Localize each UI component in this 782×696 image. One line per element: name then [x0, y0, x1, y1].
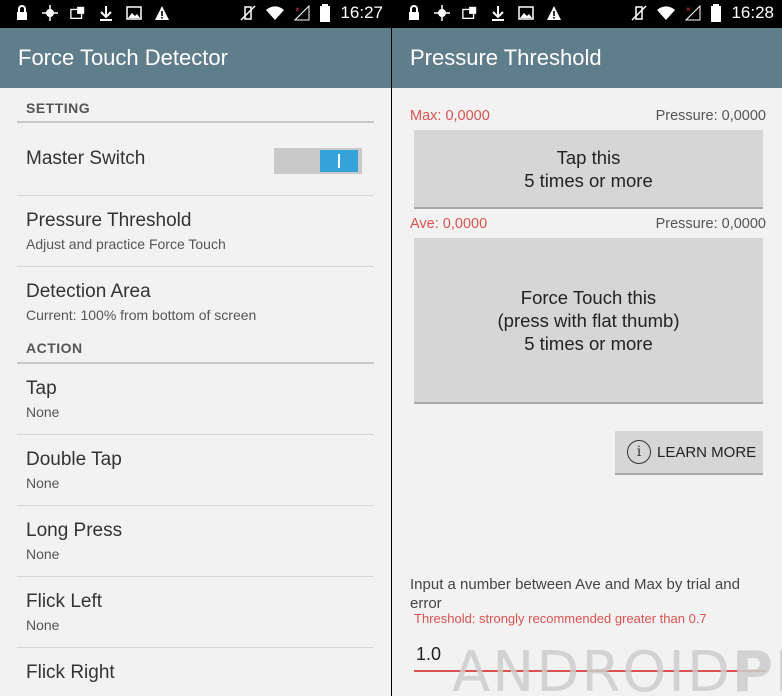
- svg-text:×: ×: [295, 5, 300, 14]
- tap-target-button[interactable]: Tap this 5 times or more: [414, 130, 763, 209]
- image-icon: [126, 6, 142, 20]
- action-title: Flick Right: [26, 662, 115, 683]
- action-title: Double Tap: [26, 449, 122, 470]
- threshold-hint: Input a number between Ave and Max by tr…: [410, 576, 740, 612]
- pref-pressure-threshold[interactable]: Pressure Threshold Adjust and practice F…: [17, 196, 374, 267]
- tap-line-1: Tap this: [556, 146, 621, 168]
- info-icon: i: [627, 440, 651, 464]
- storage-icon: [70, 6, 85, 19]
- force-line-2: (press with flat thumb): [497, 309, 680, 331]
- force-line-1: Force Touch this: [520, 286, 657, 308]
- section-header-setting: SETTING: [26, 100, 91, 116]
- status-time: 16:28: [731, 3, 774, 22]
- svg-text:×: ×: [686, 5, 691, 14]
- pref-summary: Adjust and practice Force Touch: [26, 236, 226, 252]
- status-time: 16:27: [340, 3, 383, 22]
- force-touch-target-button[interactable]: Force Touch this (press with flat thumb)…: [414, 238, 763, 404]
- action-summary: None: [26, 546, 60, 562]
- learn-more-button[interactable]: i LEARN MORE: [615, 431, 763, 475]
- watermark-logo: ANDROIDPIT: [452, 640, 782, 696]
- ave-value: Ave: 0,0000: [410, 216, 488, 232]
- lock-icon: [409, 5, 419, 20]
- signal-icon: ×: [294, 4, 310, 21]
- learn-more-label: LEARN MORE: [657, 443, 757, 461]
- settings-screen: × 16:27 Force Touch Detector SETTING Mas…: [0, 0, 391, 696]
- download-icon: [100, 6, 112, 21]
- master-switch-toggle[interactable]: [274, 148, 362, 174]
- action-flick-left[interactable]: Flick Left None: [17, 577, 374, 648]
- vibrate-off-icon: [240, 5, 256, 21]
- pref-title: Detection Area: [26, 281, 151, 302]
- screen-title: Pressure Threshold: [392, 28, 782, 88]
- vibrate-off-icon: [631, 5, 647, 21]
- action-tap[interactable]: Tap None: [17, 364, 374, 435]
- action-summary: None: [26, 404, 60, 420]
- pref-summary: Current: 100% from bottom of screen: [26, 307, 257, 323]
- app-title: Force Touch Detector: [0, 28, 391, 88]
- warning-icon: [547, 6, 561, 20]
- status-bar: × 16:28: [392, 0, 782, 28]
- master-switch-label: Master Switch: [26, 148, 146, 169]
- warning-icon: [155, 6, 169, 20]
- battery-icon: [711, 4, 722, 22]
- status-bar: × 16:27: [0, 0, 391, 28]
- max-metric-row: Max: 0,0000 Pressure: 0,0000: [410, 108, 766, 124]
- gps-icon: [42, 5, 58, 21]
- switch-thumb: [320, 150, 358, 172]
- storage-icon: [462, 6, 477, 19]
- action-long-press[interactable]: Long Press None: [17, 506, 374, 577]
- download-icon: [492, 6, 504, 21]
- pressure-value: Pressure: 0,0000: [655, 216, 766, 232]
- action-title: Tap: [26, 378, 57, 399]
- pref-detection-area[interactable]: Detection Area Current: 100% from bottom…: [17, 267, 374, 338]
- max-value: Max: 0,0000: [410, 108, 490, 124]
- ave-metric-row: Ave: 0,0000 Pressure: 0,0000: [410, 216, 766, 232]
- section-header-action: ACTION: [26, 340, 83, 356]
- action-title: Long Press: [26, 520, 123, 541]
- pref-title: Pressure Threshold: [26, 210, 192, 231]
- pressure-threshold-screen: × 16:28 Pressure Threshold Max: 0,0000 P…: [392, 0, 782, 696]
- threshold-warning: Threshold: strongly recommended greater …: [414, 611, 707, 626]
- force-line-3: 5 times or more: [524, 332, 653, 354]
- signal-icon: ×: [685, 4, 701, 21]
- action-double-tap[interactable]: Double Tap None: [17, 435, 374, 506]
- action-title: Flick Left: [26, 591, 103, 612]
- pressure-value: Pressure: 0,0000: [655, 108, 766, 124]
- image-icon: [518, 6, 534, 20]
- wifi-icon: [657, 6, 676, 21]
- action-summary: None: [26, 475, 60, 491]
- action-flick-right[interactable]: Flick Right: [17, 648, 374, 696]
- master-switch-row[interactable]: Master Switch: [17, 123, 374, 196]
- lock-icon: [17, 5, 27, 20]
- gps-icon: [434, 5, 450, 21]
- wifi-icon: [266, 6, 285, 21]
- tap-line-2: 5 times or more: [524, 169, 653, 191]
- action-summary: None: [26, 617, 60, 633]
- battery-icon: [320, 4, 331, 22]
